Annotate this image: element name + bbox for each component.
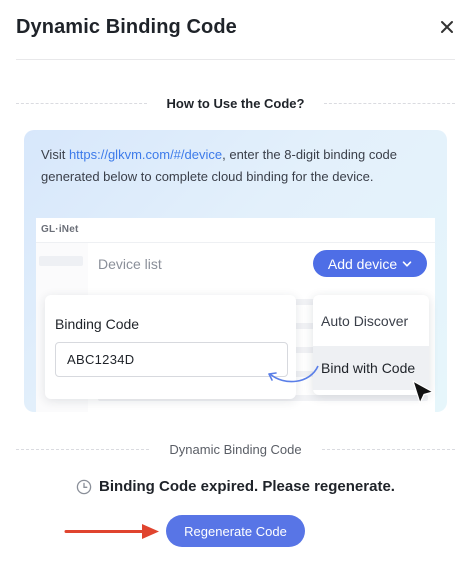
mouse-cursor-icon <box>412 380 434 404</box>
chevron-down-icon <box>402 260 412 267</box>
code-section-heading: Dynamic Binding Code <box>169 441 302 457</box>
clock-icon <box>76 479 92 494</box>
pointer-arrow-icon <box>64 524 159 539</box>
illustration-sidebar-item <box>39 256 83 266</box>
gl-inet-logo: GL·iNet <box>41 224 79 235</box>
header-divider <box>16 59 455 60</box>
close-icon <box>441 21 453 33</box>
code-section-divider: Dynamic Binding Code <box>16 441 456 457</box>
illustration-menu-auto-discover: Auto Discover <box>321 313 409 329</box>
code-status: Binding Code expired. Please regenerate. <box>0 478 471 495</box>
howto-heading: How to Use the Code? <box>166 95 305 111</box>
guide-card: Visit https://glkvm.com/#/device, enter … <box>24 130 447 412</box>
illustration-binding-popover: Binding Code ABC1234D <box>45 295 296 399</box>
illustration-binding-code-field: ABC1234D <box>55 342 288 377</box>
binding-code-dialog: Dynamic Binding Code How to Use the Code… <box>0 0 471 562</box>
dialog-title: Dynamic Binding Code <box>16 16 237 38</box>
illustration-topbar: GL·iNet <box>36 218 435 243</box>
guide-illustration: GL·iNet Device list Add device Auto Disc… <box>36 218 435 412</box>
glkvm-device-link[interactable]: https://glkvm.com/#/device <box>69 147 222 162</box>
guide-text: Visit https://glkvm.com/#/device, enter … <box>41 147 398 184</box>
howto-divider: How to Use the Code? <box>16 95 456 111</box>
illustration-page-title: Device list <box>98 256 162 272</box>
status-text: Binding Code expired. Please regenerate. <box>99 478 395 495</box>
regenerate-code-button[interactable]: Regenerate Code <box>166 515 305 547</box>
close-button[interactable] <box>437 17 457 37</box>
dialog-header: Dynamic Binding Code <box>0 0 471 60</box>
illustration-add-device-button: Add device <box>313 250 427 277</box>
curved-arrow-icon <box>268 365 319 383</box>
illustration-binding-code-label: Binding Code <box>55 316 140 332</box>
